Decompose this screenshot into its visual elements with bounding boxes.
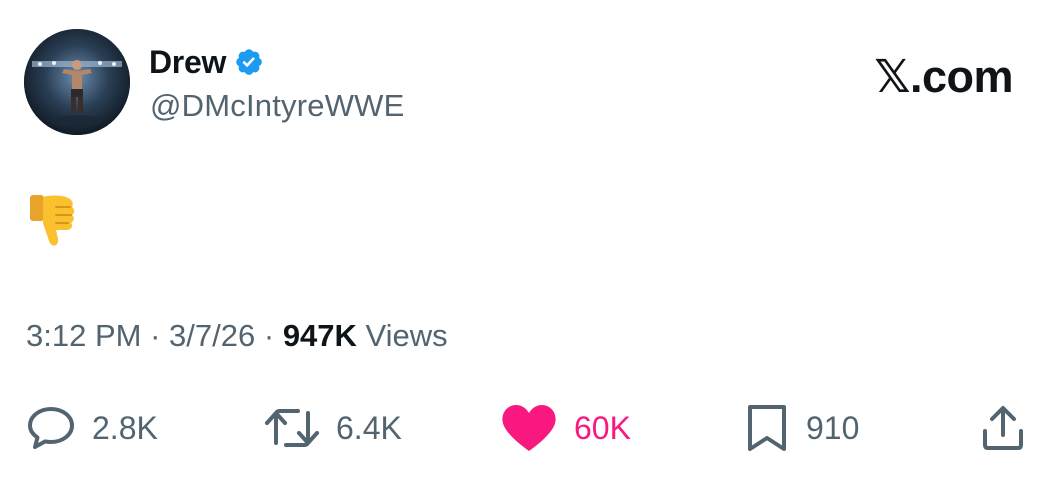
heart-icon <box>500 403 558 453</box>
author-handle[interactable]: @DMcIntyreWWE <box>150 88 405 124</box>
tweet-card: Drew @DMcIntyreWWE 𝕏.com 3:12 PM · 3/7/2… <box>0 0 1055 494</box>
views-count: 947K <box>282 318 357 353</box>
thumbs-down-emoji <box>26 193 78 249</box>
tweet-time[interactable]: 3:12 PM <box>26 318 141 353</box>
reply-count: 2.8K <box>92 409 158 446</box>
verified-badge-icon <box>234 47 264 77</box>
avatar[interactable] <box>24 29 130 135</box>
repost-icon <box>264 405 320 451</box>
repost-button[interactable]: 6.4K <box>264 400 402 456</box>
share-icon <box>980 403 1026 453</box>
meta-separator: · <box>263 318 275 353</box>
meta-separator: · <box>150 318 161 353</box>
like-button[interactable]: 60K <box>500 400 631 456</box>
x-logo: 𝕏.com <box>874 51 1013 102</box>
tweet-date[interactable]: 3/7/26 <box>169 318 255 353</box>
like-count: 60K <box>574 409 631 446</box>
share-button[interactable] <box>980 400 1026 456</box>
bookmark-count: 910 <box>806 409 860 446</box>
action-bar: 2.8K 6.4K 60K 910 <box>0 400 1055 456</box>
author-name-row[interactable]: Drew <box>149 40 264 84</box>
repost-count: 6.4K <box>336 409 402 446</box>
reply-icon <box>26 405 76 451</box>
display-name[interactable]: Drew <box>149 44 226 81</box>
bookmark-button[interactable]: 910 <box>744 400 859 456</box>
bookmark-icon <box>744 403 790 453</box>
tweet-meta: 3:12 PM · 3/7/26 · 947K Views <box>26 318 448 354</box>
views-label: Views <box>365 318 448 353</box>
reply-button[interactable]: 2.8K <box>26 400 158 456</box>
